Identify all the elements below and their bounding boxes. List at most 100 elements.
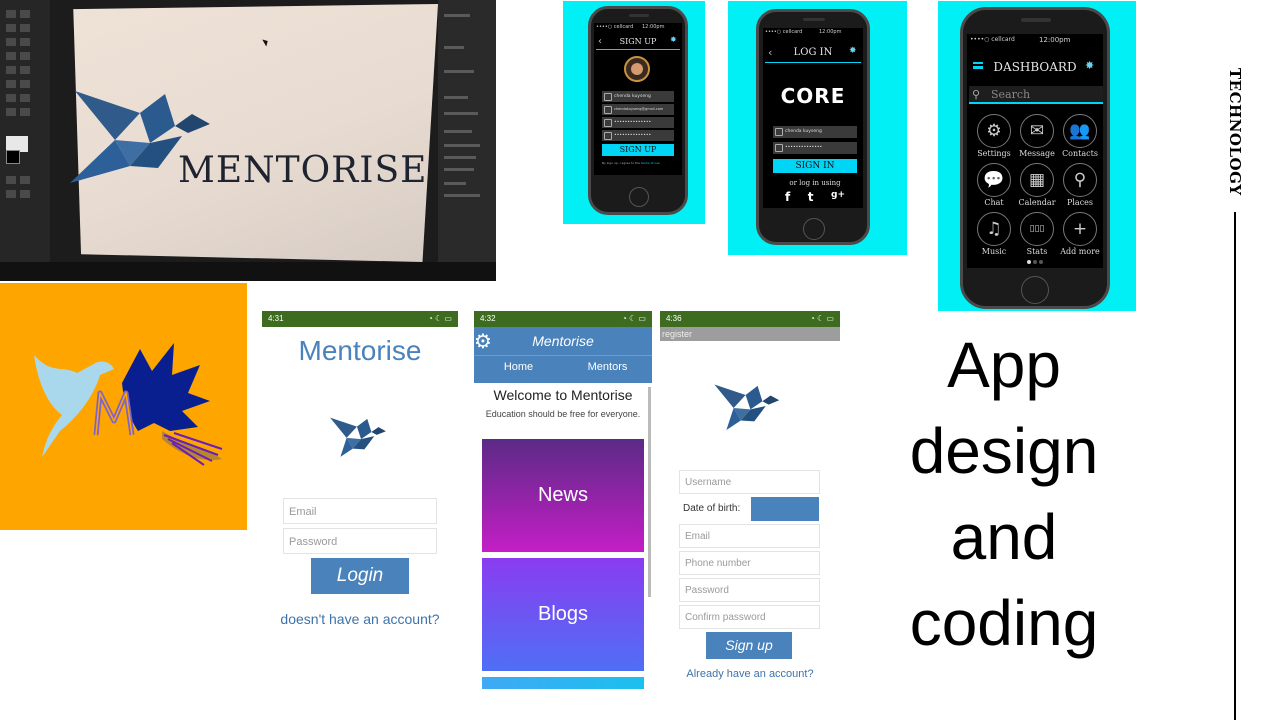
login-mockup-panel: ••••○ cellcard 12:00pm ‹ LOG IN ✸ CORE c…	[728, 1, 907, 255]
tile-label: Message	[1019, 149, 1055, 158]
login-button[interactable]: Login	[311, 558, 409, 594]
tile-label: Add more	[1060, 247, 1100, 256]
blogs-card-label: Blogs	[537, 603, 589, 625]
username-input[interactable]: Username	[679, 470, 820, 494]
dashboard-tile-add-more[interactable]: + Add more	[1059, 212, 1101, 256]
gear-icon[interactable]: ✸	[1085, 59, 1094, 72]
status-icons: ◔ ☾ ▭	[621, 314, 646, 323]
status-icons: ◔ ☾ ▭	[427, 314, 452, 323]
register-link[interactable]: doesn't have an account?	[262, 611, 458, 627]
tile-label: Music	[981, 247, 1007, 256]
signup-button[interactable]: SIGN UP	[602, 144, 674, 156]
heading-line-1: App	[947, 329, 1061, 401]
clock-text: 12:00pm	[1039, 36, 1071, 44]
confirm-password-field[interactable]: ••••••••••••••	[602, 130, 674, 141]
dashboard-tile-chat[interactable]: 💬 Chat	[973, 163, 1015, 207]
signup-button[interactable]: Sign up	[706, 632, 792, 659]
gear-icon[interactable]: ✸	[670, 35, 677, 44]
signin-button[interactable]: SIGN IN	[773, 159, 857, 173]
carrier-text: ••••○ cellcard	[970, 36, 1015, 43]
bird-logo-icon	[330, 417, 386, 457]
tile-label: Stats	[1026, 247, 1048, 256]
phone-input[interactable]: Phone number	[679, 551, 820, 575]
home-button[interactable]	[1021, 276, 1049, 304]
home-button[interactable]	[629, 187, 649, 207]
dob-label: Date of birth:	[683, 503, 741, 514]
login-link[interactable]: Already have an account?	[660, 668, 840, 680]
back-icon[interactable]: ‹	[598, 36, 602, 47]
terms-link[interactable]: terms of use	[641, 161, 660, 165]
tile-label: Chat	[984, 198, 1004, 207]
username-field[interactable]: chenda kuyseng	[773, 126, 857, 138]
terms-text: By sign up, I agree to the terms of use	[602, 161, 660, 165]
monitor-photo: MENTORISE	[0, 0, 496, 281]
dashboard-tile-places[interactable]: ⚲ Places	[1059, 163, 1101, 207]
social-login-row: f t g+	[785, 190, 845, 204]
android-login-screen: 4:31 ◔ ☾ ▭ Mentorise Email Password Logi…	[262, 311, 458, 641]
logo-wordmark: MENTORISE	[178, 150, 428, 191]
avatar[interactable]	[624, 56, 650, 82]
confirm-password-input[interactable]: Confirm password	[679, 605, 820, 629]
calendar-icon: ▦	[1020, 163, 1054, 197]
google-plus-icon[interactable]: g+	[831, 190, 845, 204]
dashboard-tile-music[interactable]: ♫ Music	[973, 212, 1015, 256]
signup-phone-frame: ••••○ cellcard 12:00pm ‹ SIGN UP ✸ chend…	[588, 6, 688, 215]
gear-icon[interactable]: ✸	[849, 46, 857, 56]
or-login-text: or log in using	[789, 179, 841, 187]
properties-panel	[438, 0, 496, 281]
name-field[interactable]: chenda kuyseng	[602, 91, 674, 102]
password-input[interactable]: Password	[679, 578, 820, 602]
welcome-heading: Welcome to Mentorise	[493, 387, 633, 403]
dashboard-tile-settings[interactable]: ⚙ Settings	[973, 114, 1015, 158]
login-screen-mockup: ••••○ cellcard 12:00pm ‹ LOG IN ✸ CORE c…	[763, 28, 863, 208]
mentorise-logo-tile	[0, 283, 247, 530]
dashboard-phone-frame: ••••○ cellcard 12:00pm DASHBOARD ✸ ⚲ Sea…	[960, 7, 1110, 309]
carrier-text: ••••○ cellcard	[596, 24, 634, 30]
app-title: Mentorise	[532, 333, 594, 349]
scrollbar[interactable]	[648, 387, 651, 597]
screen-subtitle: register	[660, 327, 840, 341]
status-bar: 4:36 ◔ ☾ ▭	[660, 311, 840, 327]
menu-icon[interactable]	[973, 62, 983, 69]
twitter-icon[interactable]: t	[808, 190, 814, 204]
music-icon: ♫	[977, 212, 1011, 246]
email-field[interactable]: chendakuyseng@gmail.com	[602, 104, 674, 115]
status-icons: ◔ ☾ ▭	[809, 314, 834, 323]
back-icon[interactable]: ‹	[768, 46, 772, 59]
search-bar[interactable]: ⚲ Search	[969, 86, 1103, 104]
contacts-icon: 👥	[1063, 114, 1097, 148]
app-title: Mentorise	[298, 335, 422, 366]
dashboard-tile-contacts[interactable]: 👥 Contacts	[1059, 114, 1101, 158]
tab-mentors[interactable]: Mentors	[563, 361, 652, 373]
page-dots	[1027, 260, 1043, 264]
login-phone-frame: ••••○ cellcard 12:00pm ‹ LOG IN ✸ CORE c…	[756, 9, 870, 245]
facebook-icon[interactable]: f	[785, 190, 790, 204]
heading-line-4: coding	[909, 587, 1099, 659]
password-field[interactable]: ••••••••••••••	[773, 142, 857, 154]
login-title: LOG IN	[793, 47, 833, 58]
home-button[interactable]	[803, 218, 825, 240]
password-field[interactable]: ••••••••••••••	[602, 117, 674, 128]
blogs-card[interactable]: Blogs	[482, 558, 644, 671]
stats-icon: ▯▯▯	[1020, 212, 1054, 246]
password-input[interactable]: Password	[283, 528, 437, 554]
email-input[interactable]: Email	[283, 498, 437, 524]
dashboard-tile-message[interactable]: ✉ Message	[1016, 114, 1058, 158]
clock-text: 12:00pm	[642, 24, 665, 30]
tagline: Education should be free for everyone.	[485, 409, 641, 419]
dashboard-title: DASHBOARD	[993, 60, 1077, 74]
status-bar: 4:32 ◔ ☾ ▭	[474, 311, 652, 327]
email-input[interactable]: Email	[679, 524, 820, 548]
dashboard-tile-stats[interactable]: ▯▯▯ Stats	[1016, 212, 1058, 256]
news-card[interactable]: News	[482, 439, 644, 552]
carrier-text: ••••○ cellcard	[765, 29, 803, 35]
next-card-peek[interactable]	[482, 677, 644, 689]
places-icon: ⚲	[1063, 163, 1097, 197]
clock-text: 12:00pm	[819, 29, 842, 35]
signup-screen: ••••○ cellcard 12:00pm ‹ SIGN UP ✸ chend…	[594, 23, 682, 175]
chat-icon: 💬	[977, 163, 1011, 197]
dob-picker[interactable]	[751, 497, 819, 521]
tab-home[interactable]: Home	[474, 361, 563, 373]
dashboard-mockup-panel: ••••○ cellcard 12:00pm DASHBOARD ✸ ⚲ Sea…	[938, 1, 1136, 311]
dashboard-tile-calendar[interactable]: ▦ Calendar	[1016, 163, 1058, 207]
